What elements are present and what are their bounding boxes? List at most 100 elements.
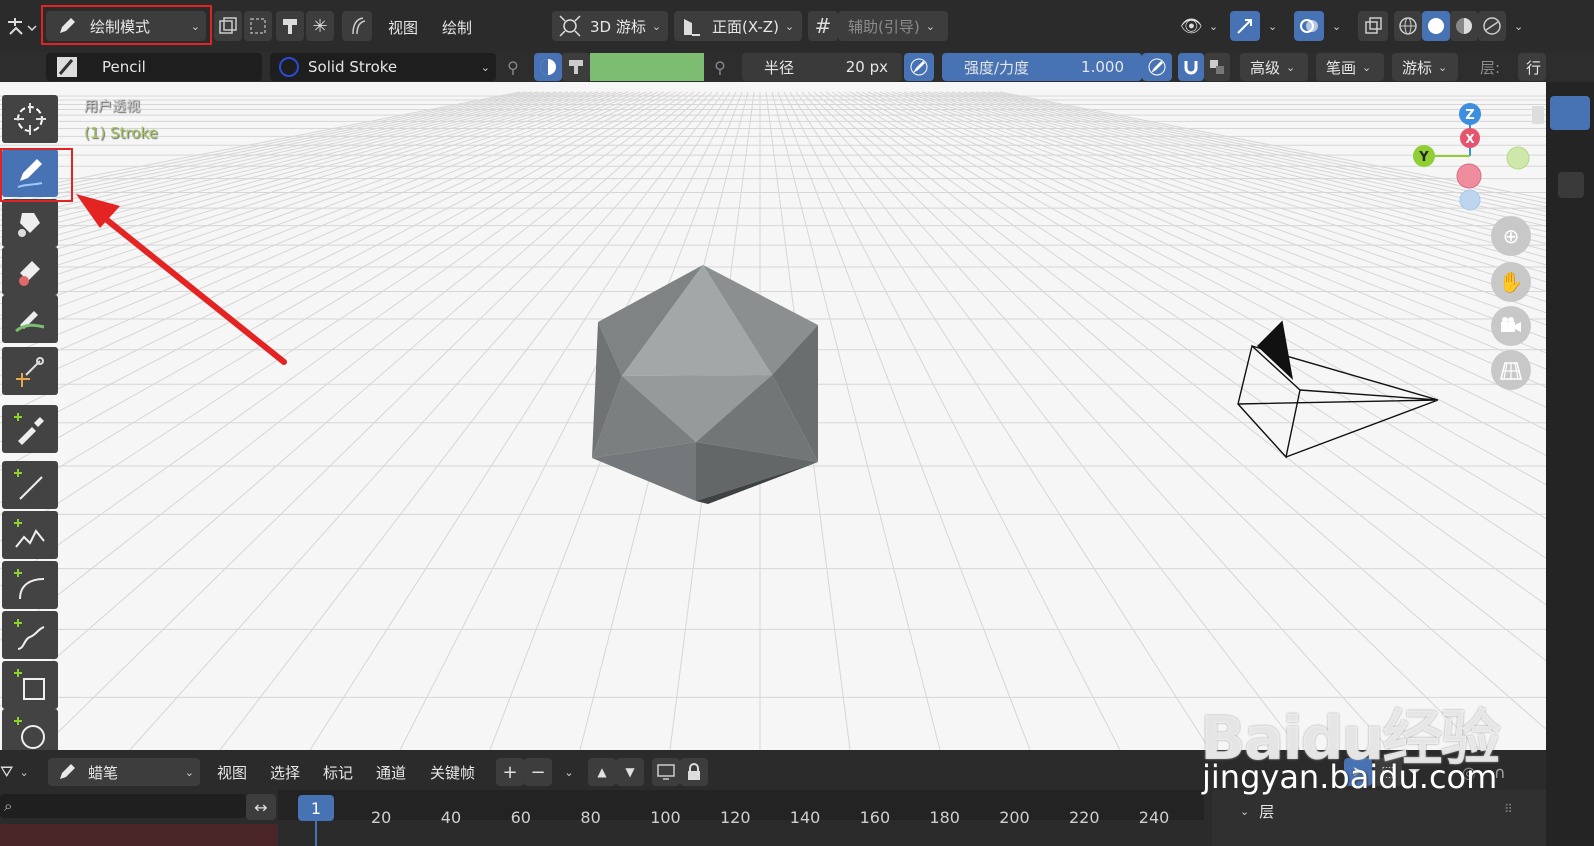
isolate-layer-button[interactable] xyxy=(652,758,680,786)
frame-number: 80 xyxy=(580,808,601,827)
grid-line xyxy=(0,91,563,226)
tool-fill[interactable] xyxy=(2,199,58,247)
hand-icon: ✋ xyxy=(1498,270,1524,294)
pan-button[interactable]: ✋ xyxy=(1491,262,1531,302)
chevron-down-icon: ⌄ xyxy=(1208,19,1219,33)
tool-line[interactable] xyxy=(2,461,58,509)
radius-pressure-toggle[interactable] xyxy=(904,53,934,81)
tool-arc[interactable] xyxy=(2,561,58,609)
orientation-label: 正面(X-Z) xyxy=(712,17,779,36)
shading-dropdown[interactable]: ⌄ xyxy=(1508,11,1528,41)
advanced-dropdown[interactable]: 高级 ⌄ xyxy=(1240,53,1308,81)
current-frame-indicator[interactable]: 1 xyxy=(298,795,334,821)
rendered-sphere-icon xyxy=(1483,17,1501,35)
timeline-menu-view[interactable]: 视图 xyxy=(217,758,247,786)
multiframe-button[interactable] xyxy=(214,11,242,41)
overlay-dropdown[interactable]: ⌄ xyxy=(1326,11,1346,41)
menu-draw[interactable]: 绘制 xyxy=(442,12,472,42)
remove-layer-button[interactable]: − xyxy=(524,758,552,786)
timeline-menu-channel[interactable]: 通道 xyxy=(376,758,406,786)
sidebar-toggle[interactable] xyxy=(1532,106,1544,124)
strength-slider[interactable]: 强度/力度 1.000 xyxy=(942,53,1142,81)
timeline-menu-select[interactable]: 选择 xyxy=(270,758,300,786)
falloff-dropdown[interactable]: ∩ xyxy=(1494,758,1534,786)
move-layer-up-button[interactable]: ▲ xyxy=(588,758,616,786)
snowflake-button[interactable]: ✳ xyxy=(306,11,334,41)
tool-cutter[interactable] xyxy=(2,347,58,395)
overlay-toggle[interactable] xyxy=(1294,11,1324,41)
layer-specials-dropdown[interactable]: ⌄ xyxy=(554,758,578,786)
editor-type-button[interactable]: ⛛ ⌄ xyxy=(0,758,44,786)
color-mode-vertex[interactable] xyxy=(562,53,590,81)
perspective-toggle-button[interactable] xyxy=(1491,350,1531,390)
material-selector[interactable]: Solid Stroke ⌄ xyxy=(270,53,496,81)
icosahedron-mesh xyxy=(592,265,818,504)
shading-rendered[interactable] xyxy=(1478,11,1506,41)
xray-toggle[interactable] xyxy=(1358,11,1388,41)
tool-cursor[interactable] xyxy=(2,95,58,143)
layer-dropdown[interactable]: 行 xyxy=(1518,53,1546,81)
strength-pressure-toggle[interactable] xyxy=(1142,53,1172,81)
tool-box[interactable] xyxy=(2,661,58,709)
gizmo-dropdown[interactable]: ⌄ xyxy=(1262,11,1282,41)
shading-material[interactable] xyxy=(1450,11,1478,41)
advanced-label: 高级 xyxy=(1250,58,1281,77)
color-mode-material[interactable] xyxy=(534,53,562,81)
tool-polyline[interactable] xyxy=(2,511,58,559)
timeline-menu-key[interactable]: 关键帧 xyxy=(430,758,475,786)
tool-erase[interactable] xyxy=(2,247,58,295)
properties-tab[interactable] xyxy=(1558,172,1584,198)
color-swatch[interactable] xyxy=(590,53,704,81)
tool-curve[interactable] xyxy=(2,611,58,659)
tool-eyedropper[interactable] xyxy=(2,405,58,453)
gizmo-toggle[interactable] xyxy=(1230,11,1260,41)
cursor-dropdown[interactable]: 游标 ⌄ xyxy=(1392,53,1458,81)
gizmo-y: Y xyxy=(1418,150,1429,165)
curve-editing-button[interactable] xyxy=(342,11,372,41)
dopesheet-mode-dropdown[interactable]: 蜡笔 ⌄ xyxy=(48,758,200,786)
editor-type-button[interactable] xyxy=(4,12,40,42)
pressure-icon xyxy=(1148,58,1166,76)
channel-row[interactable] xyxy=(0,824,278,846)
pin-material-button[interactable]: ⚲ xyxy=(500,53,526,81)
zoom-button[interactable]: ⊕ xyxy=(1491,216,1531,256)
pin-color-button[interactable]: ⚲ xyxy=(706,53,734,81)
shading-wireframe[interactable] xyxy=(1394,11,1422,41)
brush-selector[interactable]: Pencil xyxy=(46,53,262,81)
menu-view[interactable]: 视图 xyxy=(388,12,418,42)
orientation-dropdown[interactable]: 正面(X-Z) ⌄ xyxy=(674,11,802,41)
chevron-down-icon: ⌄ xyxy=(1268,19,1278,33)
lock-layer-button[interactable] xyxy=(680,758,708,786)
camera-view-button[interactable] xyxy=(1491,306,1531,346)
resize-channels-button[interactable]: ↔ xyxy=(246,794,276,820)
channel-search-input[interactable]: ⌕ xyxy=(0,794,246,818)
horizontal-arrows-icon: ↔ xyxy=(254,797,268,817)
object-name: (1) Stroke xyxy=(84,124,158,142)
stroke-placement-button[interactable] xyxy=(1178,53,1204,81)
cutter-icon xyxy=(16,357,44,387)
move-layer-down-button[interactable]: ▼ xyxy=(616,758,644,786)
cursor-icon xyxy=(14,103,46,135)
layers-panel-header[interactable]: ⌄ 层 xyxy=(1240,800,1274,822)
navigation-gizmo[interactable]: Z X Y xyxy=(1400,96,1540,216)
timeline-menu-marker[interactable]: 标记 xyxy=(323,758,353,786)
grid-line xyxy=(0,91,641,344)
tool-properties-tab[interactable] xyxy=(1550,96,1590,130)
autolock-button[interactable] xyxy=(244,11,272,41)
guides-dropdown[interactable]: 辅助(引导) ⌄ xyxy=(838,11,948,41)
radius-slider[interactable]: 半径 20 px xyxy=(742,53,902,81)
stroke-mode-button[interactable] xyxy=(1204,53,1230,81)
tool-tint[interactable] xyxy=(2,295,58,343)
dopesheet-icon: ⛛ xyxy=(0,762,14,781)
guides-toggle[interactable]: # xyxy=(808,11,838,41)
visibility-dropdown[interactable]: 👁 ⌄ xyxy=(1180,11,1222,41)
stroke-dropdown[interactable]: 笔画 ⌄ xyxy=(1316,53,1384,81)
shading-solid[interactable] xyxy=(1422,11,1450,41)
plus-icon: + xyxy=(502,761,518,783)
stroke-label: 笔画 xyxy=(1326,58,1357,77)
3d-viewport[interactable]: 用户透视 (1) Stroke Z X Y ⊕ ✋ xyxy=(0,82,1546,750)
paint-button[interactable] xyxy=(276,11,304,41)
gizmo-icon xyxy=(1237,19,1252,34)
add-layer-button[interactable]: + xyxy=(496,758,524,786)
pivot-dropdown[interactable]: 3D 游标 ⌄ xyxy=(552,11,668,41)
